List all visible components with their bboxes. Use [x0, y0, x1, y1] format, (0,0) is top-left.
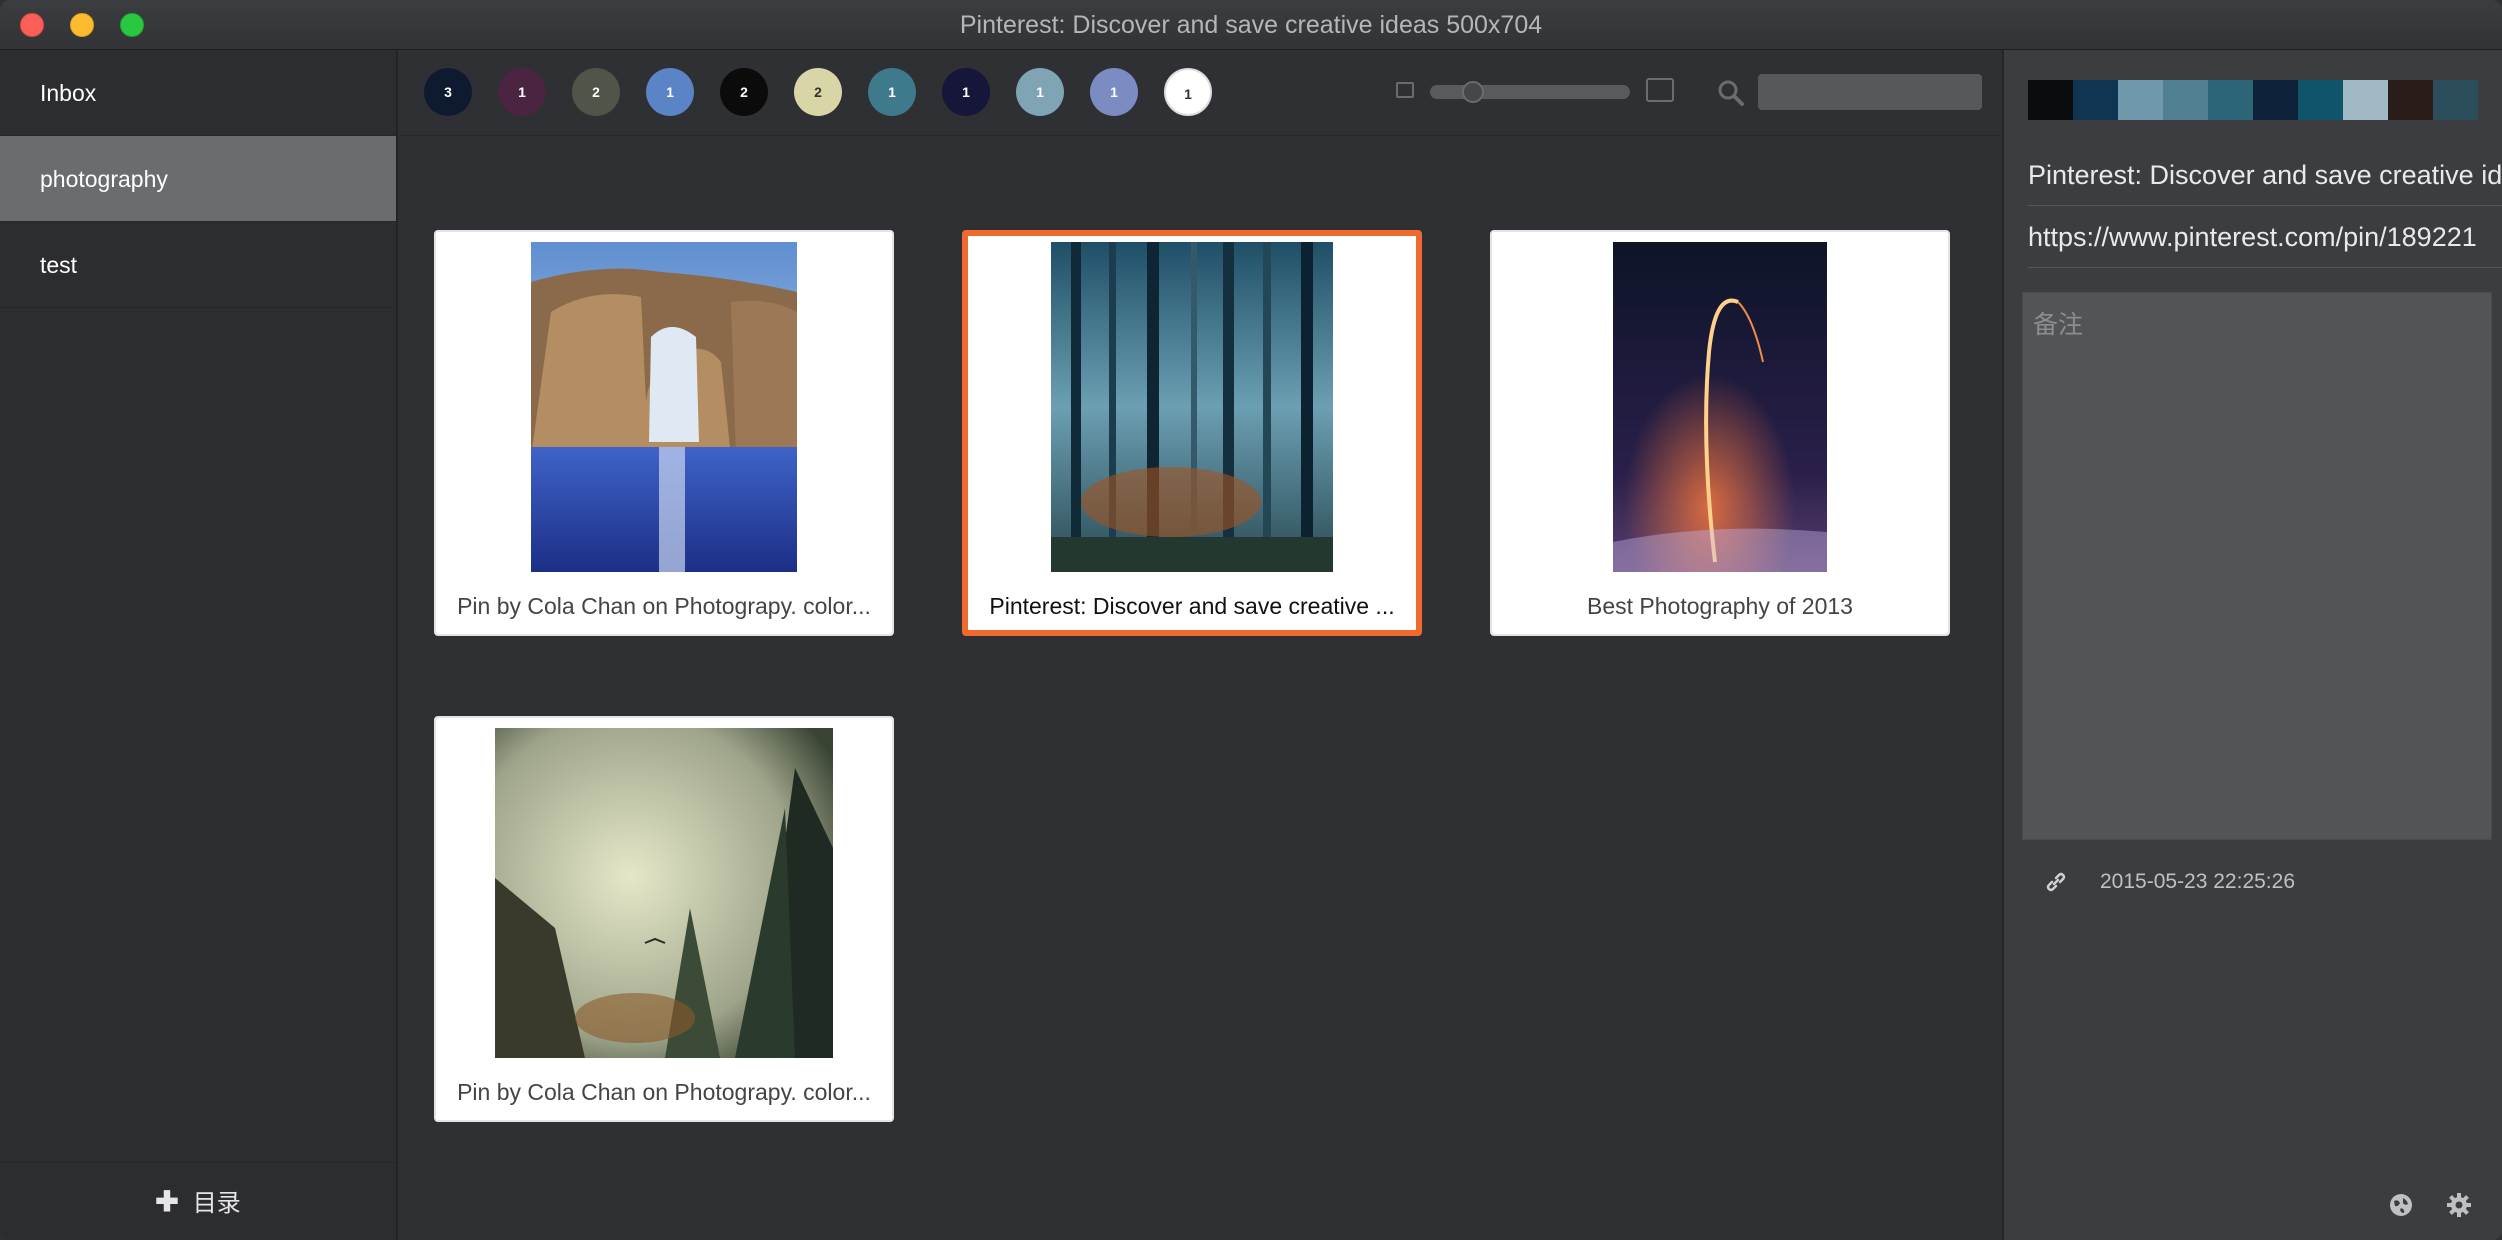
pin-caption: Pinterest: Discover and save creative ..…: [989, 593, 1395, 619]
palette-swatch[interactable]: [2253, 80, 2298, 120]
sidebar-item-test[interactable]: test: [0, 222, 396, 308]
add-folder-label: 目录: [192, 1190, 241, 1217]
sidebar: Inbox photography test ✚ 目录: [0, 50, 398, 1240]
palette-swatch[interactable]: [2433, 80, 2478, 120]
color-filter-dot[interactable]: 1: [942, 68, 990, 116]
plus-icon: ✚: [155, 1186, 179, 1217]
zoom-slider[interactable]: [1430, 85, 1630, 99]
large-image-icon[interactable]: [1646, 78, 1674, 102]
palette-swatch[interactable]: [2163, 80, 2208, 120]
palette-swatch[interactable]: [2208, 80, 2253, 120]
search-input[interactable]: [1758, 74, 1982, 110]
color-filter-dot[interactable]: 1: [1164, 68, 1212, 116]
color-filter-dot[interactable]: 2: [794, 68, 842, 116]
palette-swatch[interactable]: [2298, 80, 2343, 120]
color-filter-dot[interactable]: 1: [868, 68, 916, 116]
pin-grid: Pin by Cola Chan on Photograpy. color...: [400, 138, 2000, 1238]
pin-url[interactable]: https://www.pinterest.com/pin/189221: [2028, 222, 2502, 268]
color-filter-dot[interactable]: 2: [572, 68, 620, 116]
gear-icon[interactable]: [2446, 1192, 2472, 1218]
pin-caption: Pin by Cola Chan on Photograpy. color...: [457, 593, 871, 619]
misty-forest-photo: [1051, 242, 1333, 572]
zoom-slider-handle[interactable]: [1462, 81, 1484, 103]
search-icon[interactable]: [1716, 78, 1746, 108]
detail-panel: Pinterest: Discover and save creative id…: [2002, 50, 2502, 1240]
color-filter-dot[interactable]: 1: [1090, 68, 1138, 116]
notes-field[interactable]: [2022, 292, 2492, 840]
color-filter-dot[interactable]: 3: [424, 68, 472, 116]
globe-icon[interactable]: [2388, 1192, 2414, 1218]
pin-card[interactable]: Pin by Cola Chan on Photograpy. color...: [434, 230, 894, 636]
color-filter-dot[interactable]: 1: [1016, 68, 1064, 116]
color-filter-dot[interactable]: 2: [720, 68, 768, 116]
main-area: 31212211111 Pin by Cola Chan on Photogra…: [400, 50, 2000, 1240]
palette-swatch[interactable]: [2028, 80, 2073, 120]
window-title: Pinterest: Discover and save creative id…: [959, 11, 1543, 39]
pin-card[interactable]: Best Photography of 2013: [1490, 230, 1950, 636]
pin-caption: Pin by Cola Chan on Photograpy. color...: [457, 1079, 871, 1105]
rocket-launch-trail-photo: [1613, 242, 1827, 572]
link-icon[interactable]: [2044, 870, 2068, 894]
color-filter-dot[interactable]: 1: [498, 68, 546, 116]
saved-timestamp: 2015-05-23 22:25:26: [2100, 870, 2295, 893]
palette-swatch[interactable]: [2118, 80, 2163, 120]
palette-swatch[interactable]: [2388, 80, 2433, 120]
add-folder-button[interactable]: ✚ 目录: [0, 1162, 396, 1240]
palette-swatch[interactable]: [2073, 80, 2118, 120]
pin-card[interactable]: Pin by Cola Chan on Photograpy. color...: [434, 716, 894, 1122]
pin-caption: Best Photography of 2013: [1587, 593, 1853, 619]
palette-swatch[interactable]: [2343, 80, 2388, 120]
rock-arch-sea-photo: [531, 242, 797, 572]
pin-card-selected[interactable]: Pinterest: Discover and save creative ..…: [962, 230, 1422, 636]
color-palette: [2028, 80, 2478, 120]
pin-title[interactable]: Pinterest: Discover and save creative id…: [2028, 160, 2502, 206]
toolbar: 31212211111: [400, 50, 2000, 136]
app-window: Pinterest: Discover and save creative id…: [0, 0, 2502, 1240]
small-image-icon[interactable]: [1396, 82, 1414, 98]
title-bar: Pinterest: Discover and save creative id…: [0, 0, 2502, 50]
color-filter-dot[interactable]: 1: [646, 68, 694, 116]
sidebar-item-inbox[interactable]: Inbox: [0, 50, 396, 136]
sidebar-item-photography[interactable]: photography: [0, 136, 396, 222]
foggy-pine-forest-photo: [495, 728, 833, 1058]
